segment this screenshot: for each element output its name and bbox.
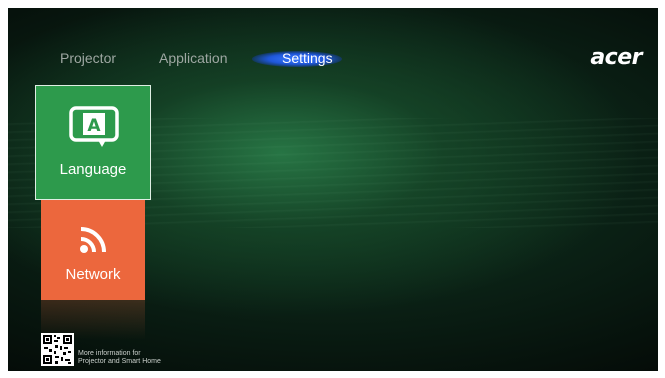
wifi-icon — [80, 227, 106, 253]
acer-logo: acer — [590, 45, 642, 70]
more-info-line-2: Projector and Smart Home — [78, 358, 161, 365]
tab-projector[interactable]: Projector — [60, 50, 116, 66]
language-icon: A — [69, 106, 119, 147]
qr-code-icon[interactable] — [41, 333, 74, 366]
language-tile-label: Language — [59, 161, 127, 178]
more-info-line-1: More information for — [78, 350, 141, 357]
projector-home-screen: Projector Application Settings acer A La… — [8, 8, 658, 371]
tab-settings[interactable]: Settings — [282, 50, 333, 66]
svg-text:A: A — [87, 116, 101, 136]
network-tile-label: Network — [65, 266, 121, 283]
network-tile[interactable]: Network — [41, 200, 145, 300]
language-tile[interactable]: A Language — [35, 85, 151, 200]
tab-application[interactable]: Application — [159, 50, 228, 66]
more-info-text: More information for Projector and Smart… — [78, 350, 161, 366]
